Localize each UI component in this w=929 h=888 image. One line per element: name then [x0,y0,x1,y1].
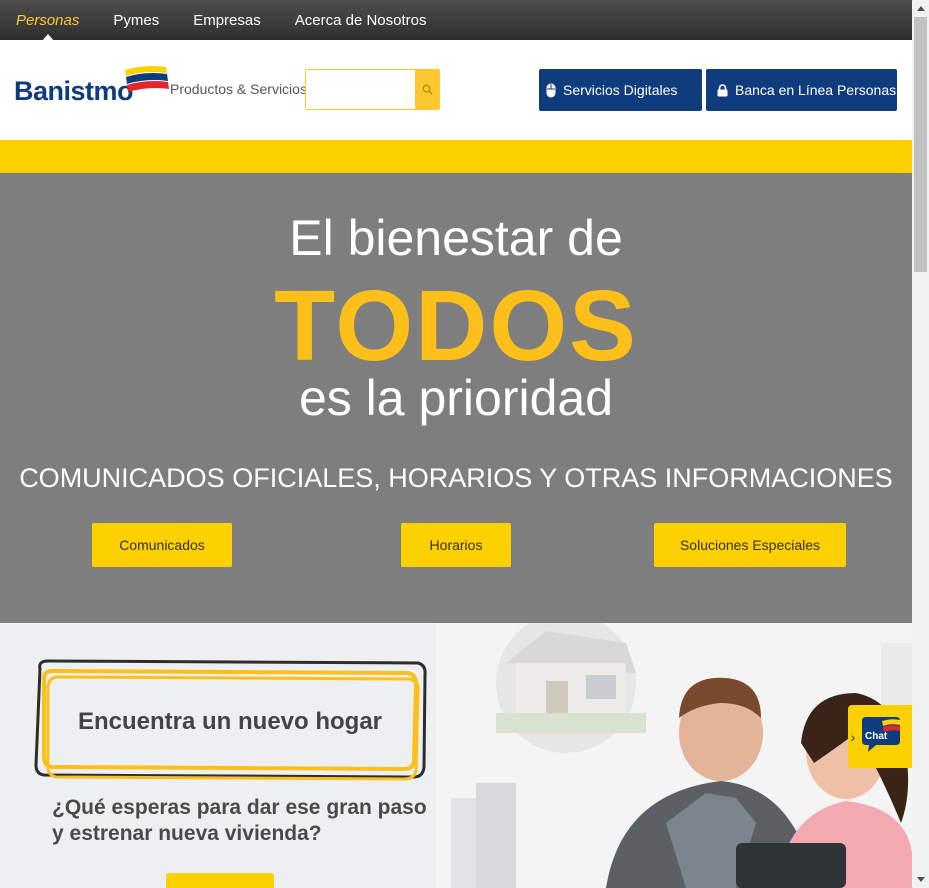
logo-flag-icon [125,66,169,92]
scroll-thumb[interactable] [914,17,927,272]
digital-services-button[interactable]: Servicios Digitales [539,69,702,111]
hero-line-1: El bienestar de [289,210,623,266]
search-button[interactable] [415,70,439,109]
mouse-icon [546,83,556,98]
online-banking-label: Banca en Línea Personas [735,82,897,98]
chat-widget[interactable]: › Chat [848,705,912,768]
search-icon [422,84,433,95]
couple-house-photo [436,623,912,888]
scroll-down-icon[interactable] [912,871,929,888]
banistmo-logo[interactable]: Banistmo [14,64,169,108]
site-header: Banistmo Productos & Servicios Servicios… [0,40,912,140]
nav-acerca[interactable]: Acerca de Nosotros [295,12,427,29]
promo-cta-button[interactable] [166,873,274,888]
hero-line-3: es la prioridad [298,370,614,426]
promo-title: Encuentra un nuevo hogar [77,708,383,735]
hero-highlight: TODOS [274,270,638,382]
hero-banner: El bienestar de TODOS es la prioridad CO… [0,173,912,623]
soluciones-button[interactable]: Soluciones Especiales [654,523,846,567]
page-scrollbar[interactable] [912,0,929,888]
lock-icon [717,83,728,97]
horarios-button[interactable]: Horarios [401,523,511,567]
nav-pymes[interactable]: Pymes [113,12,159,29]
digital-services-label: Servicios Digitales [563,82,678,98]
yellow-divider [0,140,912,173]
hero-subtitle: COMUNICADOS OFICIALES, HORARIOS Y OTRAS … [19,463,893,493]
home-promo-banner[interactable]: Encuentra un nuevo hogar ¿Qué esperas pa… [0,623,912,888]
scroll-up-icon[interactable] [912,0,929,17]
logo-text: Banistmo [14,76,134,106]
nav-personas[interactable]: Personas [16,12,79,41]
segment-nav: Personas Pymes Empresas Acerca de Nosotr… [0,0,912,41]
chat-label: Chat [865,731,888,742]
chevron-right-icon[interactable]: › [848,724,858,750]
promo-text: ¿Qué esperas para dar ese gran paso y es… [52,796,427,845]
search-input[interactable] [306,70,416,109]
comunicados-button[interactable]: Comunicados [92,523,232,567]
products-services-label[interactable]: Productos & Servicios [170,81,307,97]
chat-bubble-icon: Chat [862,717,900,752]
nav-empresas[interactable]: Empresas [193,12,261,29]
search-box [305,69,440,110]
online-banking-button[interactable]: Banca en Línea Personas [706,69,897,111]
